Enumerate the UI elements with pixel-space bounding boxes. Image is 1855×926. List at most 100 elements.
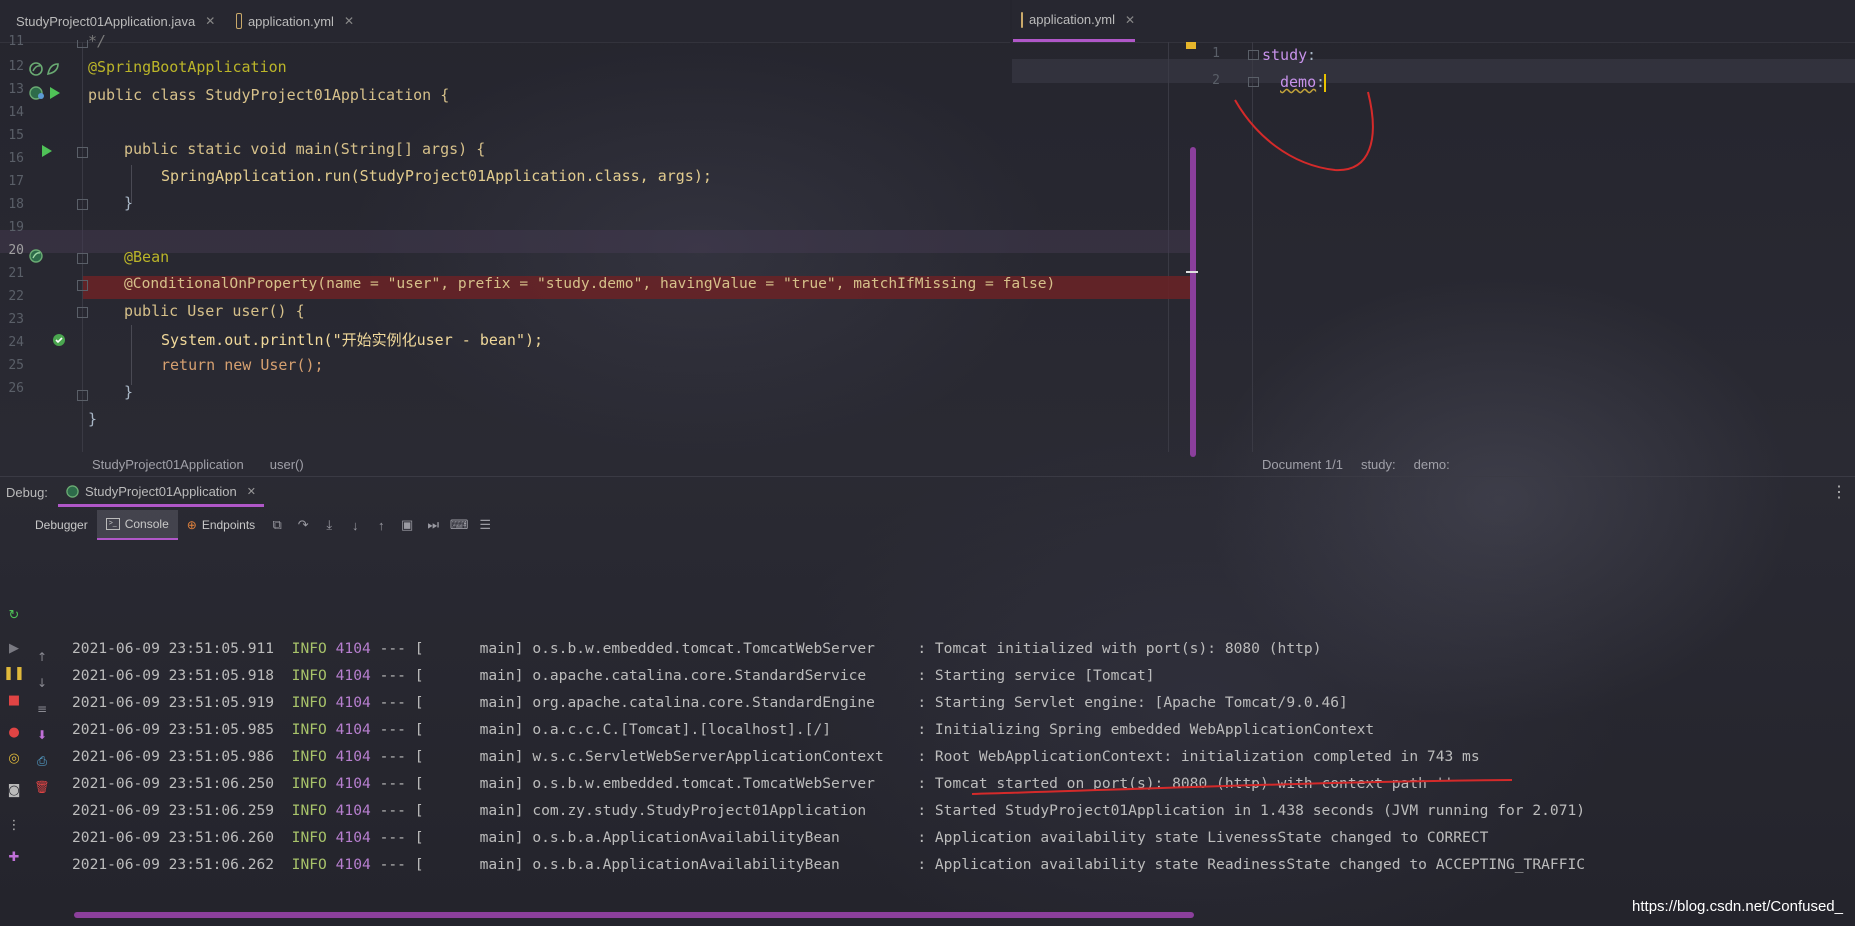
- code-line[interactable]: SpringApplication.run(StudyProject01Appl…: [161, 167, 712, 185]
- tab-label: StudyProject01Application.java: [16, 13, 196, 29]
- code-line[interactable]: }: [124, 194, 133, 212]
- fold-icon[interactable]: [77, 40, 88, 48]
- horizontal-scrollbar[interactable]: [74, 912, 1194, 918]
- print-icon[interactable]: ⎙: [33, 752, 51, 770]
- breadcrumb-item[interactable]: demo:: [1414, 457, 1450, 472]
- run-icon[interactable]: [49, 86, 61, 100]
- line-number: 12: [8, 59, 24, 74]
- settings-icon[interactable]: ☰: [472, 510, 498, 540]
- breadcrumb: Document 1/1 study: demo:: [1262, 452, 1450, 476]
- debug-subtabs: Debugger >_ Console ⊕ Endpoints ⧉ ↷ ⤓ ↓ …: [26, 510, 498, 540]
- line-number: 21: [8, 266, 24, 281]
- tab-console[interactable]: >_ Console: [96, 510, 178, 540]
- indent-guide: [131, 325, 132, 385]
- step-into-icon[interactable]: ⤓: [316, 510, 342, 540]
- line-number: 11: [8, 34, 24, 49]
- soft-wrap-icon[interactable]: ≡: [33, 700, 51, 718]
- code-line[interactable]: public static void main(String[] args) {: [124, 140, 485, 158]
- breakpoint-check-icon[interactable]: [52, 333, 66, 347]
- yaml-editor[interactable]: [1012, 42, 1855, 452]
- step-out-icon[interactable]: ↑: [368, 510, 394, 540]
- code-line[interactable]: public User user() {: [124, 302, 305, 320]
- code-line[interactable]: return new User();: [161, 356, 324, 374]
- more-options-icon[interactable]: ⋮: [1831, 482, 1847, 502]
- tab-endpoints[interactable]: ⊕ Endpoints: [178, 510, 264, 540]
- fold-icon[interactable]: [77, 390, 88, 401]
- tab-label: Debugger: [35, 518, 88, 532]
- log-line: 2021-06-09 23:51:05.985 INFO 4104 --- [m…: [72, 721, 1375, 738]
- up-arrow-icon[interactable]: ↑: [33, 648, 51, 666]
- view-breakpoints-icon[interactable]: ●: [5, 723, 23, 741]
- resume-icon[interactable]: ▶: [5, 639, 23, 657]
- stop-icon[interactable]: ■: [5, 691, 23, 709]
- fold-icon[interactable]: [77, 280, 88, 291]
- force-step-into-icon[interactable]: ↓: [342, 510, 368, 540]
- close-icon[interactable]: ✕: [344, 14, 354, 28]
- fold-icon[interactable]: [77, 147, 88, 158]
- down-arrow-icon[interactable]: ↓: [33, 674, 51, 692]
- camera-icon[interactable]: ◙: [5, 781, 23, 799]
- current-line-highlight: [1012, 59, 1855, 83]
- log-line: 2021-06-09 23:51:06.262 INFO 4104 --- [m…: [72, 856, 1586, 873]
- code-line[interactable]: }: [124, 383, 133, 401]
- spring-bean-icon: [66, 484, 79, 498]
- close-icon[interactable]: ✕: [205, 14, 215, 28]
- left-editor-tabbar: StudyProject01Application.java ✕ applica…: [0, 0, 1010, 43]
- spring-bean-icon[interactable]: [29, 86, 45, 100]
- code-line[interactable]: @Bean: [124, 248, 169, 266]
- console-icon: >_: [105, 518, 120, 530]
- code-line[interactable]: @ConditionalOnProperty(name = "user", pr…: [124, 275, 1055, 292]
- rerun-icon[interactable]: ↻: [5, 606, 23, 624]
- spring-bean-icon[interactable]: [46, 62, 60, 76]
- log-line: 2021-06-09 23:51:05.919 INFO 4104 --- [m…: [72, 694, 1348, 711]
- code-line[interactable]: System.out.println("开始实例化user - bean");: [161, 329, 543, 350]
- fold-icon[interactable]: [77, 307, 88, 318]
- pause-icon[interactable]: ❚❚: [3, 664, 25, 682]
- pin-icon[interactable]: ✚: [5, 848, 23, 866]
- more-options-icon[interactable]: ⋮: [5, 816, 23, 834]
- run-to-cursor-icon[interactable]: ▣: [394, 510, 420, 540]
- line-number: 1: [1212, 46, 1220, 61]
- layout-icon[interactable]: ⧉: [264, 510, 290, 540]
- close-icon[interactable]: ✕: [247, 485, 256, 498]
- line-number: 13: [8, 82, 24, 97]
- log-line: 2021-06-09 23:51:06.260 INFO 4104 --- [m…: [72, 829, 1489, 846]
- code-line[interactable]: }: [88, 410, 97, 428]
- fold-icon[interactable]: [77, 199, 88, 210]
- debug-session-tab[interactable]: StudyProject01Application ✕: [58, 478, 264, 507]
- fold-icon[interactable]: [77, 253, 88, 264]
- line-number: 2: [1212, 73, 1220, 88]
- watermark: https://blog.csdn.net/Confused_: [1632, 898, 1843, 915]
- run-icon[interactable]: [41, 144, 53, 158]
- breadcrumb: StudyProject01Application user(): [92, 452, 304, 476]
- code-line[interactable]: */: [88, 32, 106, 50]
- step-over-icon[interactable]: ↷: [290, 510, 316, 540]
- delete-icon[interactable]: 🗑: [33, 778, 51, 796]
- tab-yaml-active[interactable]: application.yml ✕: [1013, 0, 1135, 42]
- mute-breakpoints-icon[interactable]: ◎: [5, 749, 23, 767]
- yaml-key[interactable]: study: [1262, 46, 1307, 64]
- debug-toolwindow-header: Debug: StudyProject01Application ✕ ⋮: [0, 478, 1855, 507]
- spring-bean-icon[interactable]: [29, 62, 43, 76]
- breadcrumb-item[interactable]: study:: [1361, 457, 1396, 472]
- scroll-to-end-icon[interactable]: ⬇: [33, 726, 51, 744]
- panel-divider[interactable]: [0, 476, 1855, 477]
- code-line[interactable]: public class StudyProject01Application {: [88, 86, 449, 104]
- code-line[interactable]: @SpringBootApplication: [88, 58, 287, 76]
- breadcrumb-item[interactable]: StudyProject01Application: [92, 457, 244, 472]
- log-line: 2021-06-09 23:51:05.911 INFO 4104 --- [m…: [72, 640, 1322, 657]
- line-number: 22: [8, 289, 24, 304]
- line-number: 26: [8, 381, 24, 396]
- close-icon[interactable]: ✕: [1125, 13, 1135, 27]
- line-number: 18: [8, 197, 24, 212]
- evaluate-icon[interactable]: ⏭: [420, 510, 446, 540]
- spring-bean-icon[interactable]: [29, 249, 43, 263]
- console-icon[interactable]: ⌨: [446, 510, 472, 540]
- yaml-file-icon: [1021, 11, 1023, 28]
- line-number: 15: [8, 128, 24, 143]
- breadcrumb-item[interactable]: user(): [270, 457, 304, 472]
- tab-yaml-file[interactable]: application.yml ✕: [228, 0, 362, 42]
- fold-icon[interactable]: [1248, 50, 1259, 60]
- tab-debugger[interactable]: Debugger: [26, 510, 97, 540]
- breadcrumb-item[interactable]: Document 1/1: [1262, 457, 1343, 472]
